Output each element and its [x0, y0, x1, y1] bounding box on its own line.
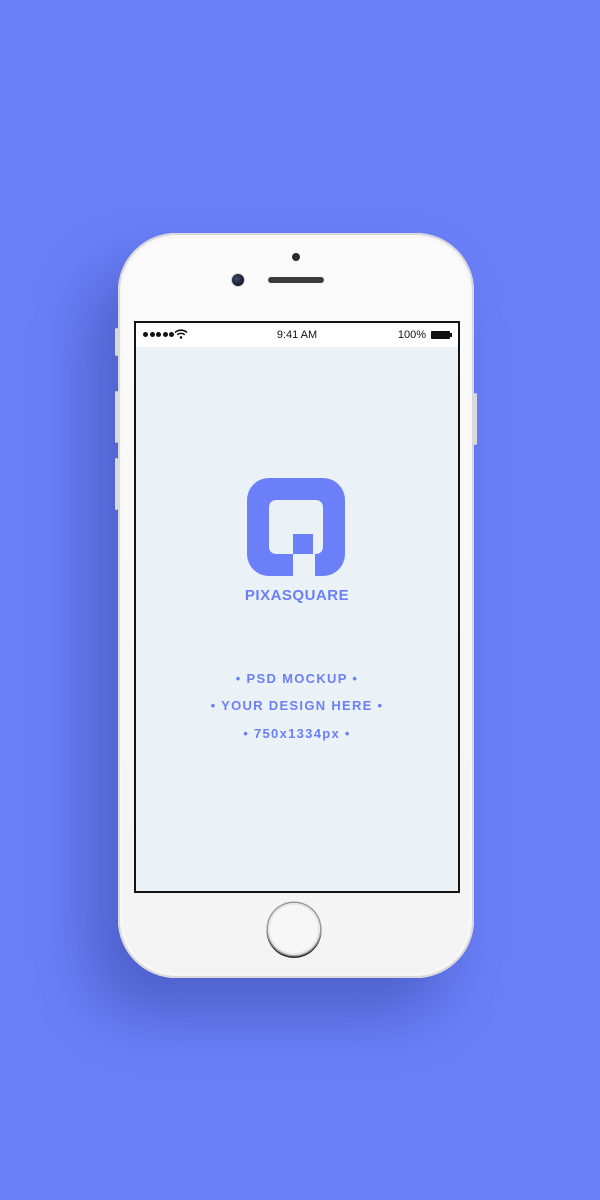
battery-percentage: 100%	[397, 329, 426, 341]
design-placeholder-text: • YOUR DESIGN HERE •	[210, 698, 384, 713]
earpiece-speaker	[268, 277, 324, 283]
brand-name: PIXASQUARE	[244, 587, 350, 604]
mockup-label: • PSD MOCKUP •	[235, 671, 359, 686]
status-bar: 9:41 AM 100%	[136, 323, 458, 347]
pixasquare-logo-icon	[247, 478, 345, 576]
proximity-sensor	[292, 253, 300, 261]
battery-icon	[431, 331, 452, 339]
phone-screen: 9:41 AM 100% PIXASQUARE • PSD MOCKUP • •…	[134, 321, 460, 893]
mute-switch	[115, 328, 118, 356]
volume-down-button	[115, 458, 118, 510]
power-button	[474, 393, 477, 445]
volume-up-button	[115, 391, 118, 443]
resolution-label: • 750x1334px •	[243, 726, 351, 741]
home-button[interactable]	[268, 903, 320, 955]
phone-mockup: 9:41 AM 100% PIXASQUARE • PSD MOCKUP • •…	[115, 233, 477, 978]
front-camera	[232, 274, 244, 286]
